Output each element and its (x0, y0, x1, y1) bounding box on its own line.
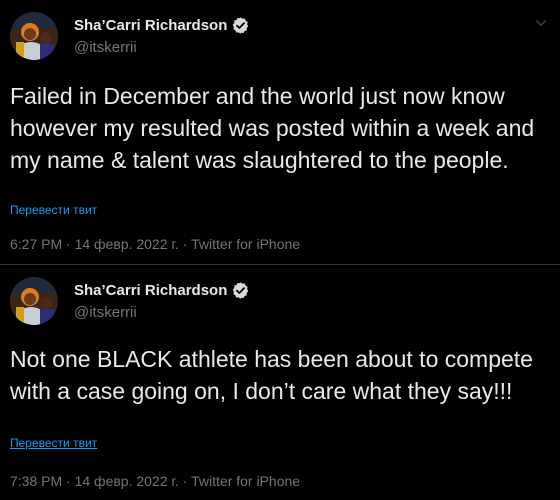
tweet-date[interactable]: 14 февр. 2022 г. (75, 473, 179, 489)
avatar[interactable] (10, 12, 58, 60)
tweet-date[interactable]: 14 февр. 2022 г. (75, 236, 179, 252)
translate-tweet-link[interactable]: Перевести твит (10, 436, 97, 450)
tweet-time[interactable]: 6:27 PM (10, 236, 62, 252)
handle[interactable]: @itskerrii (74, 304, 250, 321)
meta-separator: · (178, 236, 192, 252)
tweet-text: Failed in December and the world just no… (10, 83, 541, 173)
author-names: Sha’Carri Richardson @itskerrii (74, 279, 250, 321)
verified-badge-icon (231, 16, 250, 35)
handle[interactable]: @itskerrii (74, 39, 250, 56)
display-name[interactable]: Sha’Carri Richardson (74, 17, 227, 34)
meta-separator: · (62, 236, 75, 252)
tweet-author: Sha’Carri Richardson @itskerrii (10, 12, 550, 64)
tweet-source[interactable]: Twitter for iPhone (191, 236, 300, 252)
tweet-meta: 7:38 PM · 14 февр. 2022 г. · Twitter for… (10, 473, 300, 489)
tweet-text: Not one BLACK athlete has been about to … (10, 346, 540, 404)
author-names: Sha’Carri Richardson @itskerrii (74, 14, 250, 56)
meta-separator: · (62, 473, 75, 489)
tweet-feed: Sha’Carri Richardson @itskerrii Failed i… (0, 0, 560, 500)
tweet[interactable]: Sha’Carri Richardson @itskerrii Not one … (0, 264, 560, 500)
meta-separator: · (178, 473, 192, 489)
avatar[interactable] (10, 277, 58, 325)
tweet-source[interactable]: Twitter for iPhone (191, 473, 300, 489)
tweet-author: Sha’Carri Richardson @itskerrii (10, 277, 550, 329)
tweet-time[interactable]: 7:38 PM (10, 473, 62, 489)
tweet-meta: 6:27 PM · 14 февр. 2022 г. · Twitter for… (10, 236, 300, 252)
verified-badge-icon (231, 281, 250, 300)
more-options-icon[interactable] (532, 14, 550, 32)
translate-tweet-link[interactable]: Перевести твит (10, 203, 97, 217)
display-name[interactable]: Sha’Carri Richardson (74, 282, 227, 299)
tweet[interactable]: Sha’Carri Richardson @itskerrii Failed i… (0, 0, 560, 264)
